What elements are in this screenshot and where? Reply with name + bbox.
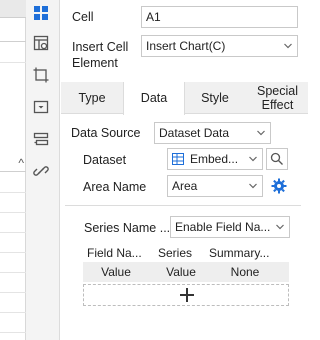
property-panel: Cell A1 Insert Cell Element Insert Chart… [61,0,308,340]
plus-icon [180,288,194,302]
series-name-value: Enable Field Na... [175,220,271,234]
chevron-down-icon [276,224,284,230]
cell-field[interactable]: A1 [141,6,298,28]
sheet-header-cell [0,18,26,42]
series-name-select[interactable]: Enable Field Na... [170,216,290,238]
add-series-button[interactable]: + [83,284,289,306]
insert-cell-element-label: Insert Cell Element [72,40,129,70]
sheet-row-line [0,312,26,313]
grid-cell-summary[interactable]: None [213,262,277,282]
chevron-down-icon [257,130,265,136]
widget-icon[interactable] [31,97,51,117]
dataset-value: Embed... [190,152,239,166]
sheet-row-line [0,252,26,253]
chevron-down-icon [249,156,257,162]
tab-style[interactable]: Style [185,82,245,114]
sheet-top-band [0,0,26,18]
chevron-down-icon [249,183,257,189]
sheet-row-line [0,232,26,233]
sheet-row-line [0,292,26,293]
dataset-label: Dataset [83,153,127,167]
search-icon[interactable] [266,148,288,170]
sheet-row-line [0,272,26,273]
area-name-value: Area [172,179,198,193]
data-source-value: Dataset Data [159,126,230,140]
sheet-edge: ^ [0,0,26,340]
sheet-row-line [0,212,26,213]
cell-attribute-icon[interactable] [31,33,51,53]
data-source-label: Data Source [71,126,141,140]
cell-element-icon[interactable] [31,3,51,23]
gear-icon[interactable] [268,175,290,197]
grid-header-field-name[interactable]: Field Na... [87,244,142,262]
series-name-label: Series Name ... [84,221,171,235]
insert-cell-element-value: Insert Chart(C) [146,39,226,53]
area-name-label: Area Name [83,180,147,194]
hyperlink-icon[interactable] [31,161,51,181]
sheet-row-line [0,332,26,333]
data-source-select[interactable]: Dataset Data [154,122,271,144]
collapse-icon[interactable]: ^ [0,156,26,172]
section-divider [65,205,301,206]
tab-type[interactable]: Type [61,82,123,114]
stack-icon[interactable] [31,129,51,149]
grid-cell-field-name[interactable]: Value [83,262,149,282]
table-row[interactable]: Value Value None [83,262,289,282]
area-name-select[interactable]: Area [167,175,263,197]
tab-special-effect[interactable]: Special Effect [247,82,308,114]
sheet-row-line [0,192,26,193]
tab-bar: Type Data Style Special Effect [61,82,308,115]
property-icon-bar [26,0,60,340]
grid-cell-series[interactable]: Value [149,262,213,282]
cell-label: Cell [72,10,94,24]
dataset-table-icon [172,153,184,165]
dataset-select[interactable]: Embed... [167,148,263,170]
grid-header-series[interactable]: Series [158,244,192,262]
insert-cell-element-select[interactable]: Insert Chart(C) [141,35,298,57]
border-icon[interactable] [31,65,51,85]
tab-data[interactable]: Data [123,82,185,115]
grid-header-summary[interactable]: Summary... [209,244,269,262]
sheet-row-line [0,62,26,63]
chevron-down-icon [284,43,292,49]
